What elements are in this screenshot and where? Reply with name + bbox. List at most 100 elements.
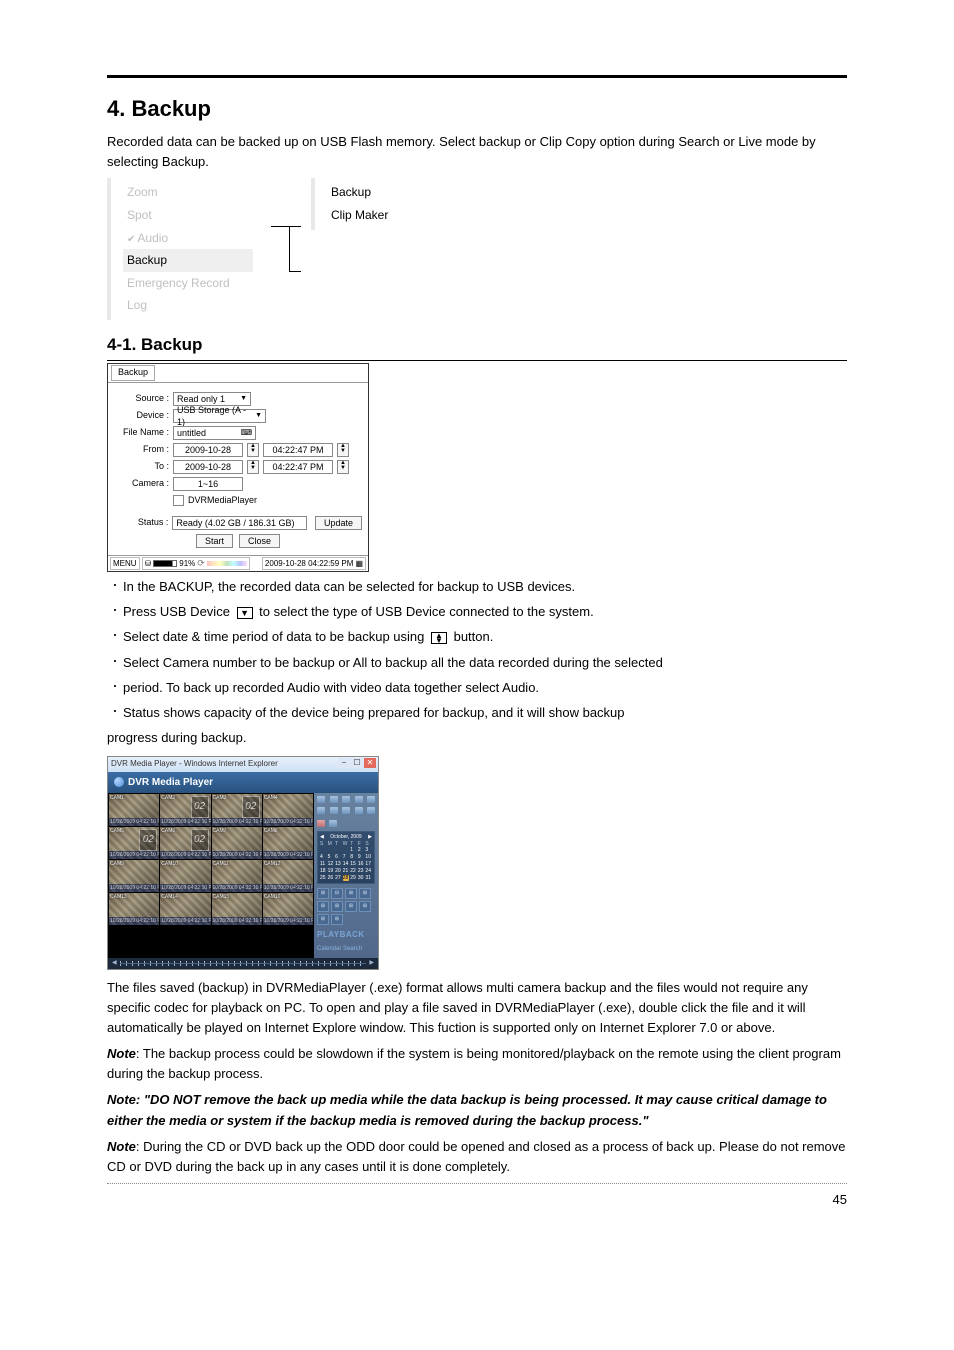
layout-icon[interactable]: ⊞ <box>359 901 371 912</box>
calendar-day[interactable]: 17 <box>365 861 372 867</box>
side-button[interactable] <box>367 796 375 803</box>
calendar-day[interactable]: 21 <box>343 868 350 874</box>
layout-icon[interactable]: ⊞ <box>331 914 343 925</box>
power-icon[interactable] <box>329 820 337 827</box>
camera-tile[interactable]: CAM1010/28/2009 04:22:10 PM <box>160 860 210 892</box>
camera-tile[interactable]: CAM1610/28/2009 04:22:10 PM <box>263 893 313 925</box>
side-button[interactable] <box>317 796 325 803</box>
layout-icon[interactable]: ⊞ <box>317 901 329 912</box>
time-spinner[interactable]: ▲▼ <box>337 443 349 457</box>
date-spinner[interactable]: ▲▼ <box>247 460 259 474</box>
player-timeline[interactable]: ◀ ▶ <box>108 958 378 969</box>
calendar-day[interactable]: 12 <box>328 861 335 867</box>
side-button[interactable] <box>330 807 338 814</box>
side-button[interactable] <box>355 796 363 803</box>
close-button[interactable]: Close <box>239 534 280 548</box>
side-button[interactable] <box>330 796 338 803</box>
layout-icon[interactable]: ⊞ <box>317 914 329 925</box>
calendar-day[interactable]: 30 <box>358 875 365 881</box>
menu-button[interactable]: MENU <box>110 557 140 570</box>
menu-item[interactable]: Backup <box>123 249 253 272</box>
menu-item[interactable]: ✔Audio <box>123 227 253 250</box>
camera-field[interactable]: 1~16 <box>173 477 243 491</box>
menu-item[interactable]: Emergency Record <box>123 272 253 295</box>
calendar-day[interactable]: 8 <box>350 854 357 860</box>
camera-tile[interactable]: CAM710/28/2009 04:22:10 PM <box>212 827 262 859</box>
side-button[interactable] <box>317 807 325 814</box>
menu-item[interactable]: Zoom <box>123 181 253 204</box>
camera-tile[interactable]: CAM110/28/2009 04:22:10 PM <box>109 794 159 826</box>
calendar-day[interactable]: 5 <box>328 854 335 860</box>
side-button[interactable] <box>367 807 375 814</box>
next-month-icon[interactable]: ▶ <box>368 834 372 840</box>
calendar-day[interactable]: 19 <box>328 868 335 874</box>
dvrmp-checkbox[interactable]: DVRMediaPlayer <box>173 494 257 508</box>
calendar-day[interactable]: 10 <box>365 854 372 860</box>
time-spinner[interactable]: ▲▼ <box>337 460 349 474</box>
calendar-day[interactable]: 13 <box>335 861 342 867</box>
calendar-day[interactable]: 3 <box>365 847 372 853</box>
close-icon[interactable]: ✕ <box>364 758 376 768</box>
camera-tile[interactable]: CAM1310/28/2009 04:22:10 PM <box>109 893 159 925</box>
layout-icon[interactable]: ⊞ <box>345 888 357 899</box>
calendar-day[interactable]: 15 <box>350 861 357 867</box>
camera-tile[interactable]: CAM510/28/2009 04:22:10 PM02 <box>109 827 159 859</box>
calendar-day[interactable]: 9 <box>358 854 365 860</box>
camera-tile[interactable]: CAM310/28/2009 04:22:10 PM02 <box>212 794 262 826</box>
calendar-day[interactable]: 22 <box>350 868 357 874</box>
camera-tile[interactable]: CAM210/28/2009 04:22:10 PM02 <box>160 794 210 826</box>
calendar-widget[interactable]: ◀ October, 2009 ▶ SMTWTFS 12345678910111… <box>317 831 375 884</box>
side-button[interactable] <box>342 807 350 814</box>
layout-icon[interactable]: ⊟ <box>331 888 343 899</box>
submenu-item[interactable]: Backup <box>327 181 417 204</box>
calendar-day[interactable]: 28 <box>343 875 350 881</box>
side-button[interactable] <box>342 796 350 803</box>
device-dropdown[interactable]: USB Storage (A - 1) ▼ <box>173 409 266 423</box>
timeline-prev-icon[interactable]: ◀ <box>112 959 117 968</box>
side-button[interactable] <box>355 807 363 814</box>
camera-tile[interactable]: CAM810/28/2009 04:22:10 PM <box>263 827 313 859</box>
camera-tile[interactable]: CAM610/28/2009 04:22:10 PM02 <box>160 827 210 859</box>
from-date-field[interactable]: 2009-10-28 <box>173 443 243 457</box>
camera-tile[interactable]: CAM1110/28/2009 04:22:10 PM <box>212 860 262 892</box>
calendar-day[interactable]: 6 <box>335 854 342 860</box>
calendar-day[interactable]: 20 <box>335 868 342 874</box>
play-icon[interactable] <box>317 820 325 827</box>
filename-field[interactable]: untitled ⌨ <box>173 426 256 440</box>
calendar-day[interactable]: 11 <box>320 861 327 867</box>
camera-tile[interactable]: CAM1210/28/2009 04:22:10 PM <box>263 860 313 892</box>
calendar-day[interactable]: 25 <box>320 875 327 881</box>
to-date-field[interactable]: 2009-10-28 <box>173 460 243 474</box>
minimize-icon[interactable]: − <box>338 758 350 768</box>
calendar-day[interactable]: 29 <box>350 875 357 881</box>
update-button[interactable]: Update <box>315 516 362 530</box>
menu-item[interactable]: Spot <box>123 204 253 227</box>
camera-tile[interactable]: CAM1410/28/2009 04:22:10 PM <box>160 893 210 925</box>
maximize-icon[interactable]: ☐ <box>351 758 363 768</box>
timeline-next-icon[interactable]: ▶ <box>369 959 374 968</box>
calendar-day[interactable]: 2 <box>358 847 365 853</box>
prev-month-icon[interactable]: ◀ <box>320 834 324 840</box>
calendar-day[interactable]: 7 <box>343 854 350 860</box>
date-spinner[interactable]: ▲▼ <box>247 443 259 457</box>
calendar-day[interactable]: 4 <box>320 854 327 860</box>
from-time-field[interactable]: 04:22:47 PM <box>263 443 333 457</box>
calendar-day[interactable]: 16 <box>358 861 365 867</box>
layout-icon[interactable]: ⊞ <box>317 888 329 899</box>
submenu-item[interactable]: Clip Maker <box>327 204 417 227</box>
calendar-day[interactable]: 24 <box>365 868 372 874</box>
start-button[interactable]: Start <box>196 534 233 548</box>
calendar-day[interactable]: 14 <box>343 861 350 867</box>
layout-icon[interactable]: ⊞ <box>331 901 343 912</box>
calendar-day[interactable]: 18 <box>320 868 327 874</box>
to-time-field[interactable]: 04:22:47 PM <box>263 460 333 474</box>
layout-icon[interactable]: ⊞ <box>345 901 357 912</box>
calendar-day[interactable]: 1 <box>350 847 357 853</box>
layout-icon[interactable]: ⊞ <box>359 888 371 899</box>
calendar-day[interactable]: 27 <box>335 875 342 881</box>
calendar-day[interactable]: 31 <box>365 875 372 881</box>
camera-tile[interactable]: CAM410/28/2009 04:22:10 PM <box>263 794 313 826</box>
camera-tile[interactable]: CAM910/28/2009 04:22:10 PM <box>109 860 159 892</box>
calendar-day[interactable]: 26 <box>328 875 335 881</box>
calendar-day[interactable]: 23 <box>358 868 365 874</box>
